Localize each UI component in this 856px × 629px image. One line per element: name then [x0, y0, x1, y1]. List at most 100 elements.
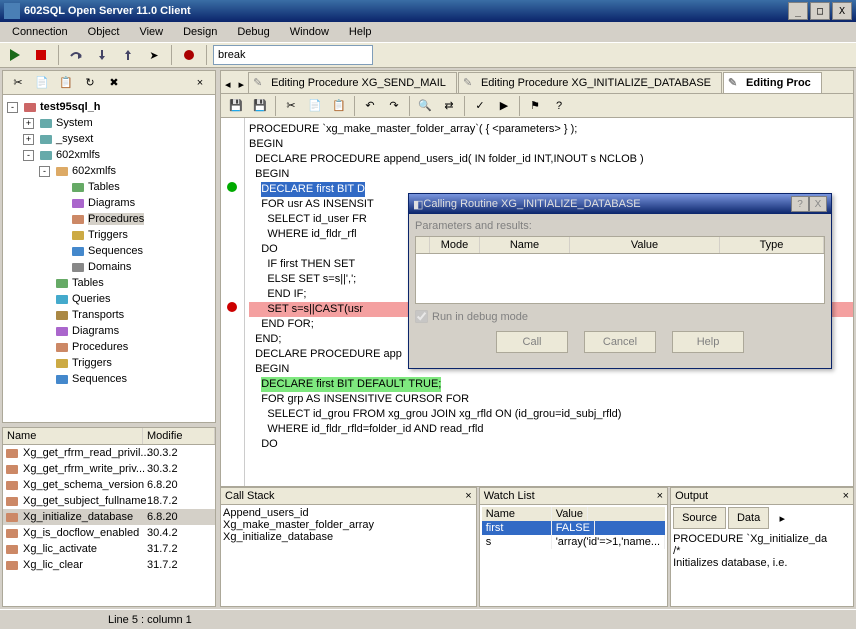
tree-item[interactable]: Domains [7, 259, 211, 275]
undo-icon[interactable]: ↶ [359, 95, 381, 117]
search-input[interactable] [213, 45, 373, 65]
dialog-help-button[interactable]: ? [791, 196, 809, 212]
save-all-icon[interactable]: 💾 [249, 95, 271, 117]
step-out-button[interactable] [117, 44, 139, 66]
menu-design[interactable]: Design [175, 24, 225, 40]
callstack-list[interactable]: Append_users_idXg_make_master_folder_arr… [221, 505, 476, 606]
tree-item[interactable]: Diagrams [7, 195, 211, 211]
list-col-name[interactable]: Name [3, 428, 143, 444]
step-into-button[interactable] [91, 44, 113, 66]
output-tab-source[interactable]: Source [673, 507, 726, 529]
panel-close-icon[interactable]: × [843, 490, 849, 502]
delete-icon[interactable]: ✖ [103, 72, 125, 94]
tree-item[interactable]: -test95sql_h [7, 99, 211, 115]
refresh-icon[interactable]: ↻ [79, 72, 101, 94]
execute-icon[interactable]: ▶ [493, 95, 515, 117]
tree-item[interactable]: -602xmlfs [7, 163, 211, 179]
expand-icon[interactable]: + [23, 134, 34, 145]
expand-icon[interactable]: - [23, 150, 34, 161]
panel-close-icon[interactable]: × [465, 490, 471, 502]
cancel-button[interactable]: Cancel [584, 331, 656, 353]
help-button[interactable]: Help [672, 331, 744, 353]
menu-connection[interactable]: Connection [4, 24, 76, 40]
bookmark-icon[interactable]: ⚑ [524, 95, 546, 117]
callstack-item[interactable]: Xg_make_master_folder_array [223, 519, 474, 531]
cut-icon[interactable]: ✂ [280, 95, 302, 117]
expand-icon[interactable]: + [23, 118, 34, 129]
tab-active[interactable]: ✎Editing Proc [723, 72, 822, 93]
menu-view[interactable]: View [131, 24, 171, 40]
save-icon[interactable]: 💾 [225, 95, 247, 117]
panel-close-icon[interactable]: × [189, 72, 211, 94]
tab-prev-icon[interactable]: ◂ [221, 76, 235, 93]
watch-item[interactable]: firstFALSE [482, 521, 665, 535]
breakpoint-marker[interactable] [227, 302, 237, 312]
callstack-item[interactable]: Xg_initialize_database [223, 531, 474, 543]
list-item[interactable]: Xg_is_docflow_enabled30.4.2 [3, 525, 215, 541]
breakpoint-button[interactable] [178, 44, 200, 66]
list-item[interactable]: Xg_initialize_database6.8.20 [3, 509, 215, 525]
list-item[interactable]: Xg_lic_activate31.7.2 [3, 541, 215, 557]
help-icon[interactable]: ? [548, 95, 570, 117]
tree-item[interactable]: Sequences [7, 371, 211, 387]
compile-icon[interactable]: ✓ [469, 95, 491, 117]
paste-icon[interactable]: 📋 [328, 95, 350, 117]
step-over-button[interactable] [65, 44, 87, 66]
redo-icon[interactable]: ↷ [383, 95, 405, 117]
callstack-item[interactable]: Append_users_id [223, 507, 474, 519]
tab-send-mail[interactable]: ✎Editing Procedure XG_SEND_MAIL [248, 72, 457, 93]
paste-icon[interactable]: 📋 [55, 72, 77, 94]
tree-item[interactable]: Triggers [7, 227, 211, 243]
run-button[interactable] [4, 44, 26, 66]
expand-icon[interactable]: - [7, 102, 18, 113]
tree-item[interactable]: -602xmlfs [7, 147, 211, 163]
tree-item[interactable]: + _sysext [7, 131, 211, 147]
output-tab-data[interactable]: Data [728, 507, 769, 529]
stop-button[interactable] [30, 44, 52, 66]
replace-icon[interactable]: ⇄ [438, 95, 460, 117]
tree-item[interactable]: +System [7, 115, 211, 131]
tree-item[interactable]: Transports [7, 307, 211, 323]
list-item[interactable]: Xg_get_subject_fullname18.7.2 [3, 493, 215, 509]
expand-icon[interactable]: - [39, 166, 50, 177]
tree-item[interactable]: Tables [7, 179, 211, 195]
tree-item[interactable]: Procedures [7, 339, 211, 355]
copy-icon[interactable]: 📄 [304, 95, 326, 117]
watch-list[interactable]: NameValue firstFALSEs'array('id'=>1,'nam… [480, 505, 667, 606]
params-grid[interactable]: Mode Name Value Type [415, 236, 825, 304]
tab-next-icon[interactable]: ▸ [235, 76, 249, 93]
debug-mode-checkbox[interactable] [415, 310, 428, 323]
watch-item[interactable]: s'array('id'=>1,'name... [482, 535, 665, 549]
tree-item[interactable]: Queries [7, 291, 211, 307]
tab-init-db[interactable]: ✎Editing Procedure XG_INITIALIZE_DATABAS… [458, 72, 722, 93]
menu-debug[interactable]: Debug [229, 24, 277, 40]
minimize-button[interactable]: _ [788, 2, 808, 20]
tree-item[interactable]: Diagrams [7, 323, 211, 339]
list-col-modified[interactable]: Modifie [143, 428, 215, 444]
procedure-list[interactable]: Xg_get_rfrm_read_privil...30.3.2Xg_get_r… [3, 445, 215, 573]
cut-icon[interactable]: ✂ [7, 72, 29, 94]
panel-close-icon[interactable]: × [657, 490, 663, 502]
object-tree[interactable]: -test95sql_h+System+_sysext-602xmlfs-602… [3, 95, 215, 391]
tree-item[interactable]: Triggers [7, 355, 211, 371]
output-nav-icon[interactable]: ▸ [771, 507, 793, 529]
dialog-close-button[interactable]: X [809, 196, 827, 212]
list-item[interactable]: Xg_get_rfrm_write_priv...30.3.2 [3, 461, 215, 477]
menu-help[interactable]: Help [341, 24, 380, 40]
tree-item[interactable]: Procedures [7, 211, 211, 227]
run-to-cursor-button[interactable]: ➤ [143, 44, 165, 66]
find-icon[interactable]: 🔍 [414, 95, 436, 117]
close-button[interactable]: X [832, 2, 852, 20]
list-item[interactable]: Xg_lic_clear31.7.2 [3, 557, 215, 573]
menu-window[interactable]: Window [282, 24, 337, 40]
call-button[interactable]: Call [496, 331, 568, 353]
maximize-button[interactable]: □ [810, 2, 830, 20]
tree-item[interactable]: Tables [7, 275, 211, 291]
tree-item[interactable]: Sequences [7, 243, 211, 259]
breakpoint-marker[interactable] [227, 182, 237, 192]
tree-label: _sysext [56, 133, 93, 145]
list-item[interactable]: Xg_get_schema_version6.8.20 [3, 477, 215, 493]
menu-object[interactable]: Object [80, 24, 128, 40]
copy-icon[interactable]: 📄 [31, 72, 53, 94]
list-item[interactable]: Xg_get_rfrm_read_privil...30.3.2 [3, 445, 215, 461]
